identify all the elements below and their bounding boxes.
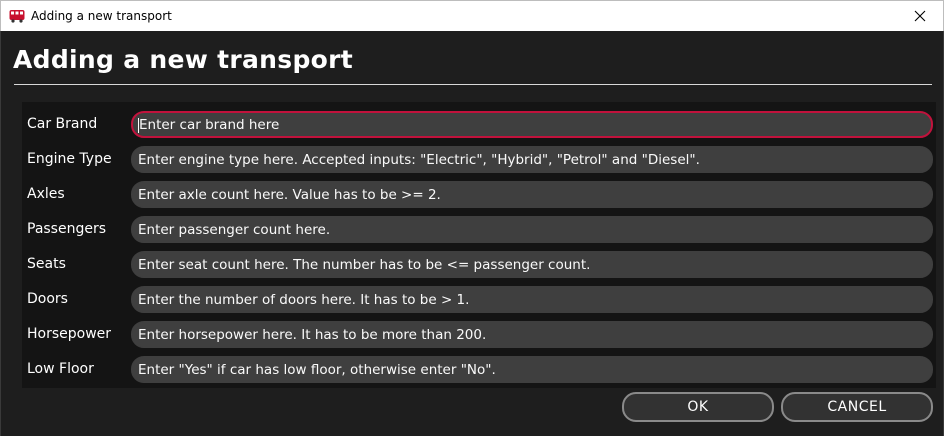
doors-input[interactable] [132,287,932,312]
car-brand-label: Car Brand [27,116,98,132]
car-brand-field[interactable] [131,111,933,138]
bus-icon [9,10,25,23]
low-floor-field[interactable] [131,356,933,383]
passengers-input[interactable] [132,217,932,242]
window-title: Adding a new transport [31,9,172,23]
cancel-button[interactable]: CANCEL [781,392,933,422]
dialog-body: Adding a new transport Car Brand Engine … [0,31,944,436]
horsepower-field[interactable] [131,321,933,348]
low-floor-label: Low Floor [27,361,94,377]
close-icon [914,10,926,22]
page-title: Adding a new transport [13,45,354,74]
seats-label: Seats [27,256,66,272]
text-caret [138,118,139,133]
engine-type-input[interactable] [132,147,932,172]
title-bar: Adding a new transport [0,0,944,31]
doors-label: Doors [27,291,68,307]
passengers-field[interactable] [131,216,933,243]
ok-button[interactable]: OK [622,392,774,422]
seats-input[interactable] [132,252,932,277]
engine-type-field[interactable] [131,146,933,173]
divider [14,84,932,85]
low-floor-input[interactable] [132,357,932,382]
horsepower-label: Horsepower [27,326,112,342]
close-button[interactable] [897,1,943,31]
car-brand-input[interactable] [133,113,931,136]
engine-type-label: Engine Type [27,151,112,167]
axles-input[interactable] [132,182,932,207]
horsepower-input[interactable] [132,322,932,347]
seats-field[interactable] [131,251,933,278]
axles-field[interactable] [131,181,933,208]
axles-label: Axles [27,186,65,202]
passengers-label: Passengers [27,221,107,237]
doors-field[interactable] [131,286,933,313]
